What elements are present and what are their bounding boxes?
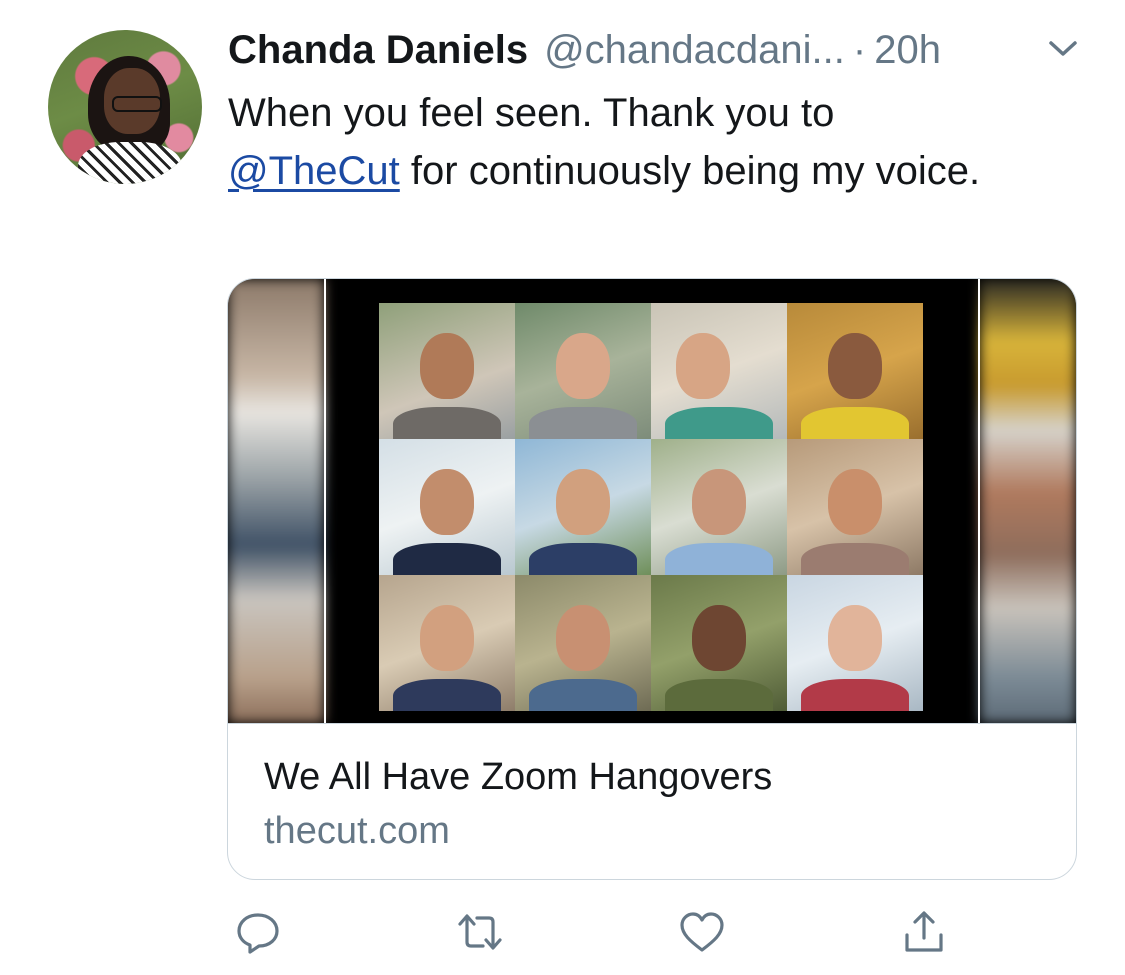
avatar-glasses	[112, 96, 162, 112]
card-image-divider	[324, 279, 326, 723]
grid-photo	[787, 439, 923, 575]
grid-photo	[787, 303, 923, 439]
card-image-blur-left	[228, 279, 324, 723]
card-meta[interactable]: We All Have Zoom Hangovers thecut.com	[228, 723, 1076, 879]
reply-button[interactable]	[234, 908, 282, 956]
author-name[interactable]: Chanda Daniels	[228, 28, 528, 73]
author-handle[interactable]: @chandacdani...	[544, 28, 845, 73]
avatar-shirt	[78, 142, 182, 184]
grid-photo	[787, 575, 923, 711]
card-title[interactable]: We All Have Zoom Hangovers	[264, 756, 772, 799]
tweet[interactable]: Chanda Daniels @chandacdani... · 20h Whe…	[0, 0, 1125, 975]
card-image-blur-right	[980, 279, 1076, 723]
card-domain: thecut.com	[264, 810, 450, 852]
avatar[interactable]	[48, 30, 202, 184]
grid-photo	[515, 439, 651, 575]
card-image-divider	[978, 279, 980, 723]
retweet-icon	[458, 914, 502, 950]
tweet-timestamp[interactable]: 20h	[874, 28, 941, 73]
grid-photo	[515, 575, 651, 711]
share-button[interactable]	[900, 908, 948, 956]
video-call-grid	[379, 303, 923, 711]
grid-photo	[651, 575, 787, 711]
grid-photo	[379, 575, 515, 711]
like-button[interactable]	[678, 908, 726, 956]
grid-photo	[379, 439, 515, 575]
reply-icon	[237, 913, 279, 954]
grid-photo	[515, 303, 651, 439]
grid-photo	[651, 439, 787, 575]
tweet-text-part1: When you feel seen. Thank you to	[228, 91, 835, 135]
share-icon	[905, 911, 943, 952]
separator-dot: ·	[852, 27, 867, 72]
chevron-down-icon[interactable]	[1046, 36, 1080, 60]
link-card[interactable]: We All Have Zoom Hangovers thecut.com	[227, 278, 1077, 880]
tweet-text-part2: for continuously being my voice.	[399, 149, 981, 193]
heart-icon	[680, 912, 724, 952]
tweet-header: Chanda Daniels @chandacdani... · 20h	[228, 24, 941, 76]
mention-link[interactable]: @TheCut	[228, 149, 400, 193]
card-image[interactable]	[228, 279, 1076, 723]
tweet-text: When you feel seen. Thank you to @TheCut …	[228, 84, 1048, 200]
retweet-button[interactable]	[456, 908, 504, 956]
grid-photo	[651, 303, 787, 439]
grid-photo	[379, 303, 515, 439]
